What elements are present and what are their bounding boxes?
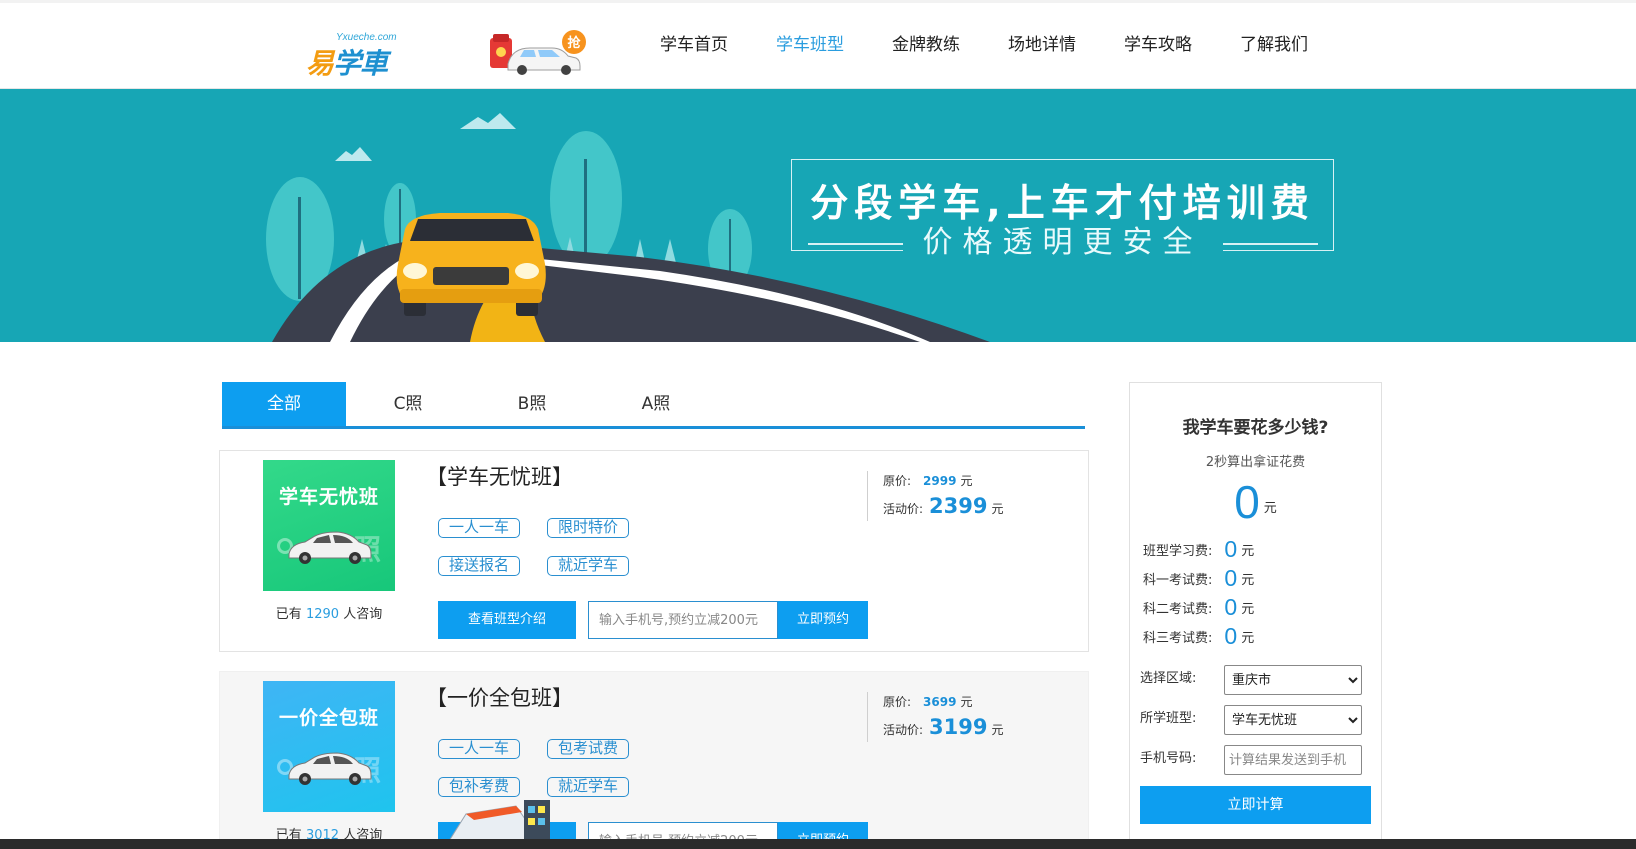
banner-sub-wrap: 价格透明更安全	[792, 226, 1333, 260]
region-select[interactable]: 重庆市	[1224, 665, 1362, 695]
class-card-all-inclusive: 一价全包班 照 已有 3012 人咨询 【一价全包班】 一人一车 包考试费 包补…	[219, 671, 1089, 849]
class-type-row: 所学班型: 学车无忧班	[1140, 705, 1362, 735]
nav-guides[interactable]: 学车攻略	[1124, 30, 1192, 60]
feature-tag: 就近学车	[547, 556, 630, 576]
feature-tag: 一人一车	[438, 739, 521, 759]
banner-slogan-box: 分段学车,上车才付培训费 价格透明更安全	[791, 159, 1334, 260]
calculator-total: 0元	[1234, 476, 1277, 528]
calculate-now-button[interactable]: 立即计算	[1140, 786, 1371, 824]
original-price: 原价: 3699 元	[883, 695, 973, 709]
class-card-worry-free: 学车无忧班 照 已有 1290 人咨询 【学车无忧班】 一人一车 限时特价 接送…	[219, 450, 1089, 652]
feature-tag: 包补考费	[438, 777, 521, 797]
reserve-phone-input[interactable]	[588, 601, 778, 639]
original-price: 原价: 2999 元	[883, 474, 973, 488]
class-thumb[interactable]: 学车无忧班 照	[263, 460, 395, 591]
calculator-subtitle: 2秒算出拿证花费	[1205, 455, 1306, 470]
class-type-label: 所学班型:	[1140, 711, 1197, 726]
slogan-divider-right	[1222, 243, 1318, 245]
class-thumb[interactable]: 一价全包班 照	[263, 681, 395, 812]
logo-cn-text: 易学車	[306, 47, 388, 80]
phone-label: 手机号码:	[1140, 751, 1197, 766]
book-now-button[interactable]: 立即预约	[778, 601, 868, 639]
slogan-divider-left	[807, 243, 903, 245]
thumb-title: 学车无忧班	[278, 486, 379, 508]
bottom-fixed-bar	[0, 839, 1636, 849]
site-logo[interactable]: Yxueche.com 易学車	[302, 30, 407, 80]
nav-home[interactable]: 学车首页	[660, 30, 728, 60]
site-header: Yxueche.com 易学車 抢 学车首页 学车班型 金牌教练 场地详情 学车…	[0, 0, 1636, 89]
fee-subject-three: 科三考试费: 0 元	[1143, 623, 1255, 649]
consult-count: 已有 1290 人咨询	[275, 607, 383, 622]
tab-c-license[interactable]: C照	[346, 382, 470, 426]
nav-venues[interactable]: 场地详情	[1008, 30, 1076, 60]
fee-class-study: 班型学习费: 0 元	[1143, 536, 1255, 562]
region-label: 选择区域:	[1140, 671, 1197, 686]
tab-a-license[interactable]: A照	[594, 382, 718, 426]
nav-about[interactable]: 了解我们	[1240, 30, 1308, 60]
price-divider	[867, 471, 868, 521]
feature-tag: 就近学车	[547, 777, 630, 797]
cost-calculator: 我学车要花多少钱? 2秒算出拿证花费 0元 班型学习费: 0 元 科一考试费: 0 元 …	[1129, 382, 1382, 849]
car-icon	[288, 752, 372, 785]
banner-main-slogan: 分段学车,上车才付培训费	[810, 181, 1315, 225]
main-nav: 学车首页 学车班型 金牌教练 场地详情 学车攻略 了解我们	[660, 30, 1356, 60]
promo-badge: 抢	[567, 35, 581, 51]
car-icon	[288, 531, 372, 564]
tab-all[interactable]: 全部	[222, 382, 346, 426]
promo-car-icon[interactable]: 抢	[490, 28, 590, 76]
tab-b-license[interactable]: B照	[470, 382, 594, 426]
phone-row: 手机号码:	[1140, 745, 1362, 775]
header-top-line	[0, 0, 1636, 3]
calculator-phone-input[interactable]	[1224, 745, 1362, 775]
activity-price: 活动价: 2399 元	[883, 494, 1004, 518]
nav-class-types[interactable]: 学车班型	[776, 30, 844, 60]
class-title: 【一价全包班】	[426, 686, 573, 710]
nav-coaches[interactable]: 金牌教练	[892, 30, 960, 60]
license-tabs: 全部 C照 B照 A照	[222, 382, 1085, 429]
fee-subject-one: 科一考试费: 0 元	[1143, 565, 1255, 591]
activity-price: 活动价: 3199 元	[883, 715, 1004, 739]
feature-tag: 一人一车	[438, 518, 521, 538]
feature-tag: 接送报名	[438, 556, 521, 576]
price-divider	[867, 692, 868, 742]
feature-tag: 限时特价	[547, 518, 630, 538]
hero-banner: 分段学车,上车才付培训费 价格透明更安全	[0, 89, 1636, 342]
fee-subject-two: 科二考试费: 0 元	[1143, 594, 1255, 620]
class-title: 【学车无忧班】	[426, 465, 573, 489]
feature-tag: 包考试费	[547, 739, 630, 759]
calculator-title: 我学车要花多少钱?	[1182, 418, 1329, 438]
class-type-select[interactable]: 学车无忧班	[1224, 705, 1362, 735]
view-class-intro-button[interactable]: 查看班型介绍	[438, 601, 576, 639]
banner-sub-slogan: 价格透明更安全	[902, 226, 1223, 260]
region-row: 选择区域: 重庆市	[1140, 665, 1362, 695]
thumb-title: 一价全包班	[278, 707, 379, 729]
